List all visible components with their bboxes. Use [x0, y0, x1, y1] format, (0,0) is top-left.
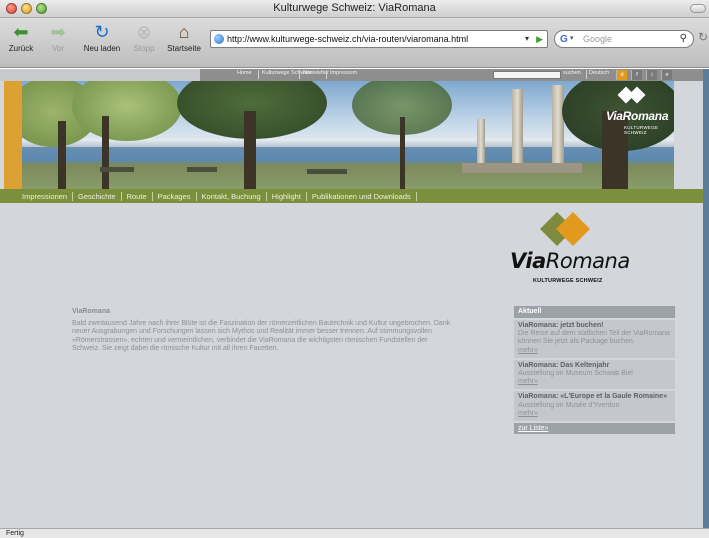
mainnav-item-packages[interactable]: Packages [153, 191, 197, 201]
news-sidebar: Aktuell ViaRomana: jetzt buchen! Die Rei… [514, 306, 675, 435]
mainnav-item-geschichte[interactable]: Geschichte [73, 191, 122, 201]
banner-logo-word: ViaRomana [606, 109, 669, 123]
bench [100, 167, 134, 172]
nav-link-impressum[interactable]: Impressum [330, 70, 357, 76]
language-label: Deutsch [589, 70, 610, 76]
logo-via: Via [510, 249, 546, 273]
back-button[interactable]: ⬅ Zurück [4, 22, 38, 53]
news-item: ViaRomana: «L'Europe et la Gaule Romaine… [514, 391, 675, 422]
site-search-input[interactable] [493, 71, 561, 79]
site-search-button[interactable]: suchen [563, 70, 581, 76]
home-label: Startseite [167, 44, 201, 53]
logo-wordmark: ViaRomana [510, 249, 630, 273]
tree-trunk [58, 121, 66, 189]
mainnav-item-publikationen[interactable]: Publikationen und Downloads [307, 191, 417, 201]
news-title[interactable]: ViaRomana: jetzt buchen! [518, 322, 671, 330]
banner-image: ViaRomana KULTURWEGE SCHWEIZ [22, 81, 674, 189]
mainnav-item-kontakt[interactable]: Kontakt, Buchung [197, 191, 267, 201]
reload-icon: ↻ [94, 22, 110, 42]
news-item: ViaRomana: jetzt buchen! Die Reise auf d… [514, 320, 675, 358]
back-label: Zurück [8, 44, 34, 53]
main-nav: Impressionen Geschichte Route Packages K… [0, 189, 703, 203]
search-input[interactable]: G ▾ Google ⚲ [554, 30, 694, 48]
google-icon: G [560, 34, 568, 45]
news-item: ViaRomana: Das Keltenjahr Ausstellung im… [514, 359, 675, 390]
browser-toolbar: ⬅ Zurück ➡ Vor ↻ Neu laden ⊗ Stopp ⌂ Sta… [0, 18, 709, 68]
globe-icon [214, 34, 224, 44]
forward-label: Vor [51, 44, 64, 53]
home-icon: ⌂ [178, 22, 190, 42]
search-placeholder: Google [583, 34, 613, 44]
stop-icon: ⊗ [136, 22, 152, 42]
refresh-icon[interactable]: ↻ [698, 30, 708, 44]
news-title[interactable]: ViaRomana: Das Keltenjahr [518, 362, 671, 370]
banner-logo-subtitle: KULTURWEGE SCHWEIZ [624, 125, 659, 135]
bench [187, 167, 217, 172]
tree-trunk [244, 111, 256, 189]
roman-column [552, 85, 564, 165]
main-nav-list: Impressionen Geschichte Route Packages K… [22, 189, 417, 203]
intro-section: ViaRomana Bald zweitausend Jahre nach ih… [72, 308, 452, 354]
column-base [462, 163, 582, 173]
reload-label: Neu laden [83, 44, 121, 53]
banner-logo[interactable]: ViaRomana KULTURWEGE SCHWEIZ [590, 86, 674, 137]
search-icon[interactable]: ⚲ [680, 31, 687, 47]
language-i-button[interactable]: i [646, 70, 657, 80]
logo-romana: Romana [545, 249, 630, 273]
nav-divider [258, 70, 259, 79]
title-bar: Kulturwege Schweiz: ViaRomana [0, 0, 709, 18]
nav-link-home[interactable]: Home [237, 70, 252, 76]
forward-arrow-icon: ➡ [50, 22, 66, 42]
address-bar[interactable]: http://www.kulturwege-schweiz.ch/via-rou… [210, 30, 548, 48]
news-more-link[interactable]: mehr» [518, 378, 671, 386]
language-e-button[interactable]: e [661, 70, 672, 80]
top-utility-nav: Home Kulturwege Schweiz Newsletter Impre… [0, 69, 703, 81]
mainnav-item-route[interactable]: Route [122, 191, 153, 201]
banner-accent-bar [4, 81, 22, 203]
news-more-link[interactable]: mehr» [518, 410, 671, 418]
forward-button[interactable]: ➡ Vor [44, 22, 72, 53]
language-d-button[interactable]: d [616, 70, 627, 80]
news-body: Ausstellung im Museum Schwab Biel [518, 370, 633, 378]
status-bar: Fertig [0, 528, 709, 538]
stop-button[interactable]: ⊗ Stopp [128, 22, 160, 53]
stop-label: Stopp [133, 44, 155, 53]
go-arrow-icon[interactable]: ▶ [536, 31, 543, 47]
toolbar-toggle-button[interactable] [690, 4, 706, 13]
back-arrow-icon: ⬅ [13, 22, 29, 42]
scrollbar[interactable] [703, 69, 709, 528]
news-body: Ausstellung im Musée d'Yverdon [518, 401, 620, 409]
history-dropdown-icon[interactable]: ▾ [525, 31, 529, 47]
viaromana-logo[interactable]: ViaRomana KULTURWEGE SCHWEIZ [510, 212, 634, 294]
news-more-link[interactable]: mehr» [518, 347, 671, 355]
bench [307, 169, 347, 174]
home-button[interactable]: ⌂ Startseite [164, 22, 204, 53]
reload-button[interactable]: ↻ Neu laden [80, 22, 124, 53]
nav-divider [326, 70, 327, 79]
nav-divider [299, 70, 300, 79]
browser-window: Kulturwege Schweiz: ViaRomana ⬅ Zurück ➡… [0, 0, 709, 538]
intro-body: Bald zweitausend Jahre nach ihrer Blüte … [72, 320, 451, 353]
language-f-button[interactable]: f [631, 70, 642, 80]
news-title[interactable]: ViaRomana: «L'Europe et la Gaule Romaine… [518, 393, 671, 401]
tree-trunk [400, 117, 405, 189]
top-nav-spacer [0, 69, 200, 81]
mainnav-item-highlight[interactable]: Highlight [267, 191, 307, 201]
mainnav-item-impressionen[interactable]: Impressionen [22, 191, 74, 201]
intro-title: ViaRomana [72, 308, 110, 315]
news-body: Die Reise auf dem südlichen Teil der Via… [518, 330, 670, 346]
url-text: http://www.kulturwege-schweiz.ch/via-rou… [227, 34, 469, 44]
window-title: Kulturwege Schweiz: ViaRomana [273, 2, 436, 14]
news-list-link[interactable]: zur Liste» [514, 423, 675, 435]
tree-trunk [102, 116, 109, 189]
news-heading: Aktuell [514, 306, 675, 318]
roman-column [477, 119, 485, 165]
nav-divider [586, 70, 587, 79]
logo-subtitle: KULTURWEGE SCHWEIZ [533, 278, 603, 284]
roman-column [512, 89, 523, 165]
page-viewport: Home Kulturwege Schweiz Newsletter Impre… [0, 69, 709, 528]
logo-diamond-icon [628, 86, 646, 104]
search-engine-dropdown-icon[interactable]: ▾ [570, 31, 574, 47]
